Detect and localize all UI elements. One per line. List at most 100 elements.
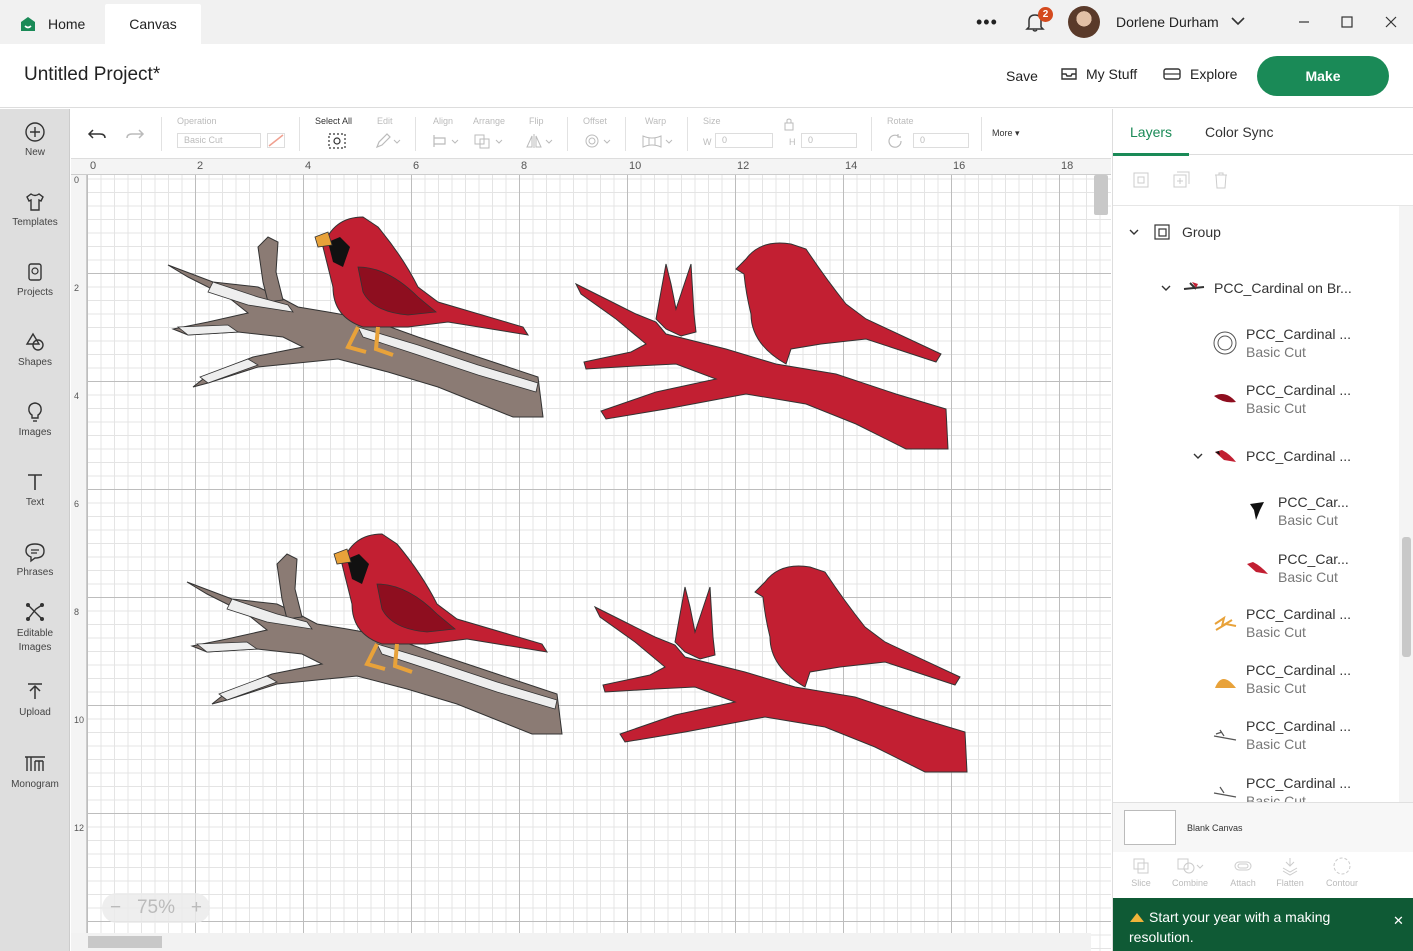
layer-tools xyxy=(1113,156,1413,206)
plus-circle-icon xyxy=(25,122,45,142)
chevron-down-icon[interactable] xyxy=(1128,226,1140,238)
layer-name: PCC_Car... xyxy=(1278,551,1349,567)
close-window-icon[interactable] xyxy=(1383,14,1399,30)
lock-icon[interactable] xyxy=(783,117,795,131)
sidebar-item-templates[interactable]: Templates xyxy=(0,191,70,228)
project-header: Untitled Project* Save My Stuff Explore … xyxy=(0,44,1413,108)
chevron-down-icon[interactable] xyxy=(1192,450,1204,462)
black-mask-icon xyxy=(1250,502,1264,520)
layer-row[interactable]: PCC_Cardinal ... Basic Cut xyxy=(1246,662,1351,696)
promo-banner[interactable]: Start your year with a making resolution… xyxy=(1113,898,1413,951)
close-icon[interactable]: ✕ xyxy=(1393,913,1404,929)
explore-button[interactable]: Explore xyxy=(1162,66,1237,82)
promo-icon xyxy=(1130,913,1144,922)
rotate-icon[interactable] xyxy=(887,133,905,149)
maximize-icon[interactable] xyxy=(1339,14,1355,30)
select-all-icon[interactable] xyxy=(327,132,347,150)
flatten-label: Flatten xyxy=(1276,878,1304,888)
group-icon[interactable] xyxy=(1131,170,1151,190)
canvas-vertical-scrollbar[interactable] xyxy=(1094,175,1108,215)
duplicate-icon[interactable] xyxy=(1171,170,1191,190)
sidebar-item-projects[interactable]: Projects xyxy=(0,261,70,298)
canvas-horizontal-scrollbar[interactable] xyxy=(71,933,1091,951)
blank-canvas-swatch[interactable] xyxy=(1124,810,1176,845)
sidebar-item-images[interactable]: Images xyxy=(0,401,70,438)
avatar[interactable] xyxy=(1068,6,1100,38)
flatten-button[interactable]: Flatten xyxy=(1265,856,1315,888)
sidebar-item-text[interactable]: Text xyxy=(0,471,70,508)
sidebar-item-label: Upload xyxy=(19,707,51,718)
operation-select[interactable]: Basic Cut xyxy=(177,133,261,148)
save-button[interactable]: Save xyxy=(1006,68,1038,84)
more-button[interactable]: More ▾ xyxy=(992,128,1020,139)
contour-button[interactable]: Contour xyxy=(1317,856,1367,888)
editable-images-icon xyxy=(26,603,44,621)
blank-canvas-row[interactable]: Blank Canvas xyxy=(1113,802,1413,852)
layer-row-group[interactable]: Group xyxy=(1182,224,1221,240)
undo-icon[interactable] xyxy=(87,126,107,142)
offset-icon[interactable] xyxy=(583,133,613,149)
layer-row[interactable]: PCC_Car... Basic Cut xyxy=(1278,494,1349,528)
zoom-in-button[interactable]: + xyxy=(191,897,202,919)
layer-name: PCC_Cardinal ... xyxy=(1246,718,1352,734)
width-input[interactable]: 0 xyxy=(715,133,773,148)
height-input[interactable]: 0 xyxy=(801,133,857,148)
arrange-icon[interactable] xyxy=(473,133,505,149)
layer-row[interactable]: PCC_Car... Basic Cut xyxy=(1278,551,1349,585)
design-canvas[interactable]: 0 2 4 6 8 10 12 14 16 18 0 2 4 6 8 10 12 xyxy=(71,159,1111,951)
attach-label: Attach xyxy=(1230,878,1256,888)
zoom-out-button[interactable]: − xyxy=(110,897,121,919)
align-icon[interactable] xyxy=(431,133,461,149)
layer-row[interactable]: PCC_Cardinal ... Basic Cut xyxy=(1246,326,1351,360)
layer-name: PCC_Cardinal ... xyxy=(1246,382,1352,398)
canvas-artwork[interactable] xyxy=(71,159,1111,951)
layers-scroll-thumb[interactable] xyxy=(1402,537,1411,657)
shapes-icon xyxy=(25,332,44,351)
explore-icon xyxy=(1163,68,1181,80)
make-button[interactable]: Make xyxy=(1257,56,1389,96)
sidebar-item-label: Monogram xyxy=(11,779,59,790)
redo-icon[interactable] xyxy=(125,126,145,142)
sidebar-item-shapes[interactable]: Shapes xyxy=(0,331,70,368)
layer-row[interactable]: PCC_Cardinal ... Basic Cut xyxy=(1246,382,1351,416)
slice-label: Slice xyxy=(1131,878,1151,888)
zoom-control: − 75% + xyxy=(102,893,210,923)
warp-icon[interactable] xyxy=(641,133,675,149)
layer-row[interactable]: PCC_Cardinal ... Basic Cut xyxy=(1246,775,1351,802)
more-menu-button[interactable]: ••• xyxy=(976,12,998,33)
my-stuff-button[interactable]: My Stuff xyxy=(1060,66,1137,82)
red-wing-icon xyxy=(1214,394,1236,403)
sidebar-item-upload[interactable]: Upload xyxy=(0,681,70,718)
tab-color-sync[interactable]: Color Sync xyxy=(1205,124,1273,140)
user-name[interactable]: Dorlene Durham xyxy=(1116,14,1219,30)
combine-button[interactable]: Combine xyxy=(1165,856,1215,888)
group-icon xyxy=(1154,224,1170,240)
chevron-down-icon[interactable] xyxy=(1160,282,1172,294)
layer-row[interactable]: PCC_Cardinal ... Basic Cut xyxy=(1246,718,1351,752)
edit-icon[interactable] xyxy=(375,133,401,149)
minimize-icon[interactable] xyxy=(1296,14,1312,30)
layers-scrollbar[interactable] xyxy=(1399,206,1413,802)
layer-row[interactable]: PCC_Cardinal ... Basic Cut xyxy=(1246,606,1351,640)
chevron-down-icon[interactable] xyxy=(1230,13,1246,29)
rotate-input[interactable]: 0 xyxy=(913,133,969,148)
tab-home[interactable]: Home xyxy=(0,4,105,44)
canvas-horizontal-scroll-thumb[interactable] xyxy=(88,936,162,948)
layer-row-cardinal-branch[interactable]: PCC_Cardinal on Br... xyxy=(1214,280,1352,296)
flip-icon[interactable] xyxy=(525,133,555,149)
sidebar-item-editable-images[interactable]: Editable Images xyxy=(0,601,70,655)
trash-icon[interactable] xyxy=(1211,170,1231,190)
attach-button[interactable]: Attach xyxy=(1218,856,1268,888)
operation-color-swatch[interactable] xyxy=(267,133,285,148)
top-bar: Home Canvas ••• 2 Dorlene Durham xyxy=(0,0,1413,44)
blank-canvas-label: Blank Canvas xyxy=(1187,823,1243,833)
slice-button[interactable]: Slice xyxy=(1116,856,1166,888)
sidebar-item-monogram[interactable]: Monogram xyxy=(0,753,70,790)
tab-canvas[interactable]: Canvas xyxy=(105,4,201,44)
cardinal-artwork xyxy=(594,565,968,773)
sidebar-item-phrases[interactable]: Phrases xyxy=(0,541,70,578)
layer-row[interactable]: PCC_Cardinal ... xyxy=(1246,448,1351,464)
page-title[interactable]: Untitled Project* xyxy=(24,64,160,86)
tab-layers[interactable]: Layers xyxy=(1130,124,1172,140)
sidebar-item-new[interactable]: New xyxy=(0,121,70,158)
